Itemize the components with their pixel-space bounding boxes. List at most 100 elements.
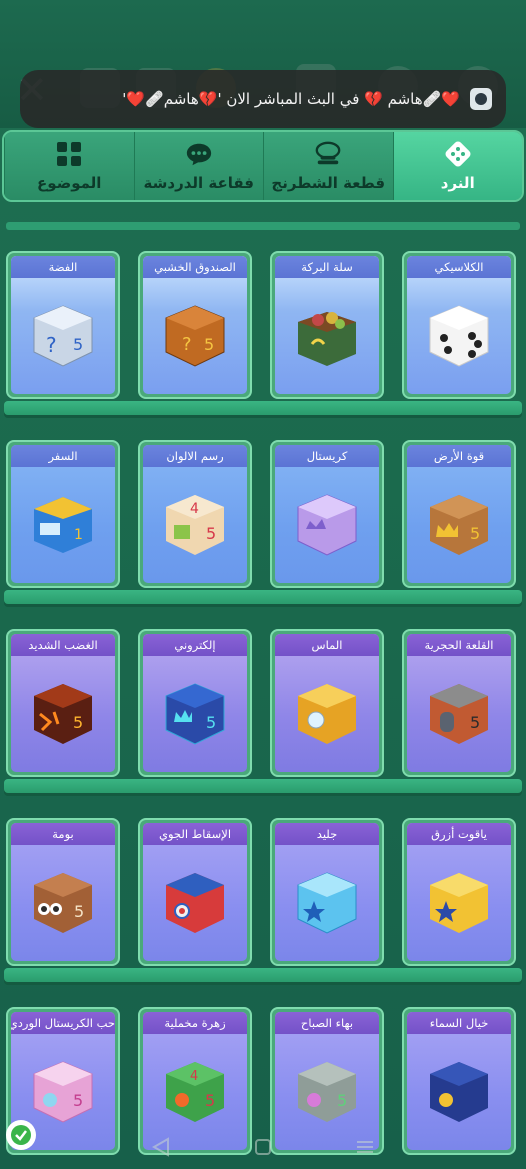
dice-card-title: إلكتروني — [143, 634, 247, 656]
svg-text:5: 5 — [206, 713, 216, 732]
dice-card-title: ياقوت أزرق — [407, 823, 511, 845]
dice-card[interactable]: السفر 1 — [6, 440, 120, 588]
velvet-flower-dice-icon: 45 — [166, 1062, 224, 1123]
category-tabs: النرد قطعة الشطرنج فقاعة الدردشة الموضوع — [2, 130, 524, 202]
dice-card-title: كريستال — [275, 445, 379, 467]
chess-piece-icon — [314, 140, 342, 168]
dice-card-title: القلعة الحجرية — [407, 634, 511, 656]
svg-text:5: 5 — [73, 1091, 83, 1110]
svg-text:5: 5 — [205, 1091, 215, 1110]
crystal-dice-icon — [297, 494, 357, 556]
dice-card[interactable]: الغضب الشديد 5 — [6, 629, 120, 777]
tab-dice[interactable]: النرد — [392, 132, 522, 200]
system-navigation-bar — [0, 1125, 526, 1169]
tab-label: الموضوع — [37, 174, 102, 192]
airdrop-box-dice-icon — [166, 873, 224, 934]
shelf-base — [4, 779, 522, 793]
dice-card[interactable]: الصندوق الخشبي ? 5 — [138, 251, 252, 399]
morning-glory-dice-icon: 5 — [298, 1062, 356, 1123]
dice-card-title: حب الكريستال الوردي — [11, 1012, 115, 1034]
dice-card-title: قوة الأرض — [407, 445, 511, 467]
chat-bubble-icon — [185, 140, 213, 168]
dice-card-title: الماس — [275, 634, 379, 656]
dice-card-title: بهاء الصباح — [275, 1012, 379, 1034]
svg-text:5: 5 — [470, 524, 480, 543]
travel-bus-dice-icon: 1 — [34, 497, 92, 554]
lava-dice-icon: 5 — [34, 684, 92, 745]
dice-shelf-row: ياقوت أزرق جليد الإسقاط الجوي بومة 5 — [0, 818, 526, 998]
diamond-gold-dice-icon — [298, 684, 356, 745]
recent-apps-icon[interactable] — [354, 1136, 376, 1158]
home-icon[interactable] — [252, 1136, 274, 1158]
svg-text:5: 5 — [204, 335, 214, 354]
svg-text:1: 1 — [74, 527, 83, 543]
pink-crystal-dice-icon: 5 — [33, 1061, 93, 1123]
sky-fantasy-dice-icon — [430, 1062, 488, 1123]
dice-card[interactable]: جليد — [270, 818, 384, 966]
dice-card[interactable]: القلعة الحجرية 5 — [402, 629, 516, 777]
owl-dice-icon: 5 — [34, 873, 92, 934]
earth-crown-dice-icon: 5 — [430, 495, 488, 556]
stone-castle-dice-icon: 5 — [430, 684, 488, 745]
svg-text:5: 5 — [206, 524, 216, 543]
dice-card-title: زهرة مخملية — [143, 1012, 247, 1034]
dice-card[interactable]: الإسقاط الجوي — [138, 818, 252, 966]
dice-card-title: الفضة — [11, 256, 115, 278]
dice-card-title: الكلاسيكي — [407, 256, 511, 278]
tab-label: قطعة الشطرنج — [271, 174, 386, 192]
dice-card-title: سلة البركة — [275, 256, 379, 278]
dice-shelf-row: القلعة الحجرية 5 الماس إلكتروني 5 الغضب … — [0, 629, 526, 809]
tab-theme[interactable]: الموضوع — [4, 132, 134, 200]
dice-card-title: السفر — [11, 445, 115, 467]
dice-icon — [444, 140, 472, 168]
dice-card-title: جليد — [275, 823, 379, 845]
live-notification-banner[interactable]: ❤️🩹هاشم 💔 في البث المباشر الان '💔هاشم🩹❤️… — [20, 70, 506, 128]
classic-white-dice-icon — [429, 305, 489, 367]
svg-text:4: 4 — [190, 1069, 198, 1084]
dice-card-title: الصندوق الخشبي — [143, 256, 247, 278]
electronic-dice-icon: 5 — [165, 683, 225, 745]
divider — [6, 222, 520, 230]
svg-text:5: 5 — [470, 713, 480, 732]
dice-card[interactable]: الكلاسيكي — [402, 251, 516, 399]
dice-card-title: خيال السماء — [407, 1012, 511, 1034]
tab-label: فقاعة الدردشة — [143, 174, 254, 192]
back-icon[interactable] — [150, 1136, 172, 1158]
dice-card[interactable]: سلة البركة — [270, 251, 384, 399]
tab-chess-piece[interactable]: قطعة الشطرنج — [263, 132, 393, 200]
dice-card[interactable]: ياقوت أزرق — [402, 818, 516, 966]
shelf-base — [4, 968, 522, 982]
dice-card[interactable]: إلكتروني 5 — [138, 629, 252, 777]
dice-card-title: رسم الالوان — [143, 445, 247, 467]
dice-card-title: الإسقاط الجوي — [143, 823, 247, 845]
svg-text:5: 5 — [73, 335, 83, 354]
theme-grid-icon — [55, 140, 83, 168]
svg-text:?: ? — [182, 334, 192, 355]
dice-card[interactable]: كريستال — [270, 440, 384, 588]
dice-shelf-row: قوة الأرض 5 كريستال رسم الالوان 45 السفر… — [0, 440, 526, 620]
dice-shelf-row: الكلاسيكي سلة البركة الصندوق الخشبي ? 5 ا… — [0, 251, 526, 431]
painting-dice-icon: 45 — [166, 495, 224, 556]
dice-card[interactable]: الماس — [270, 629, 384, 777]
dice-card-title: بومة — [11, 823, 115, 845]
ice-star-dice-icon — [297, 872, 357, 934]
svg-text:4: 4 — [190, 501, 199, 517]
dice-card[interactable]: الفضة ? 5 — [6, 251, 120, 399]
wooden-box-dice-icon: ? 5 — [165, 305, 225, 367]
svg-text:5: 5 — [337, 1091, 347, 1110]
dice-card[interactable]: قوة الأرض 5 — [402, 440, 516, 588]
dice-card[interactable]: رسم الالوان 45 — [138, 440, 252, 588]
shelf-base — [4, 590, 522, 604]
tab-chat-bubble[interactable]: فقاعة الدردشة — [133, 132, 263, 200]
silver-dice-icon: ? 5 — [33, 305, 93, 367]
svg-text:?: ? — [46, 333, 57, 357]
blessing-basket-icon — [298, 312, 356, 367]
banner-text: ❤️🩹هاشم 💔 في البث المباشر الان '💔هاشم🩹❤️… — [122, 90, 460, 108]
svg-text:5: 5 — [74, 902, 84, 921]
svg-text:5: 5 — [73, 713, 83, 732]
dice-card-title: الغضب الشديد — [11, 634, 115, 656]
sapphire-star-dice-icon — [430, 873, 488, 934]
shelf-base — [4, 401, 522, 415]
tab-label: النرد — [440, 174, 475, 192]
dice-card[interactable]: بومة 5 — [6, 818, 120, 966]
